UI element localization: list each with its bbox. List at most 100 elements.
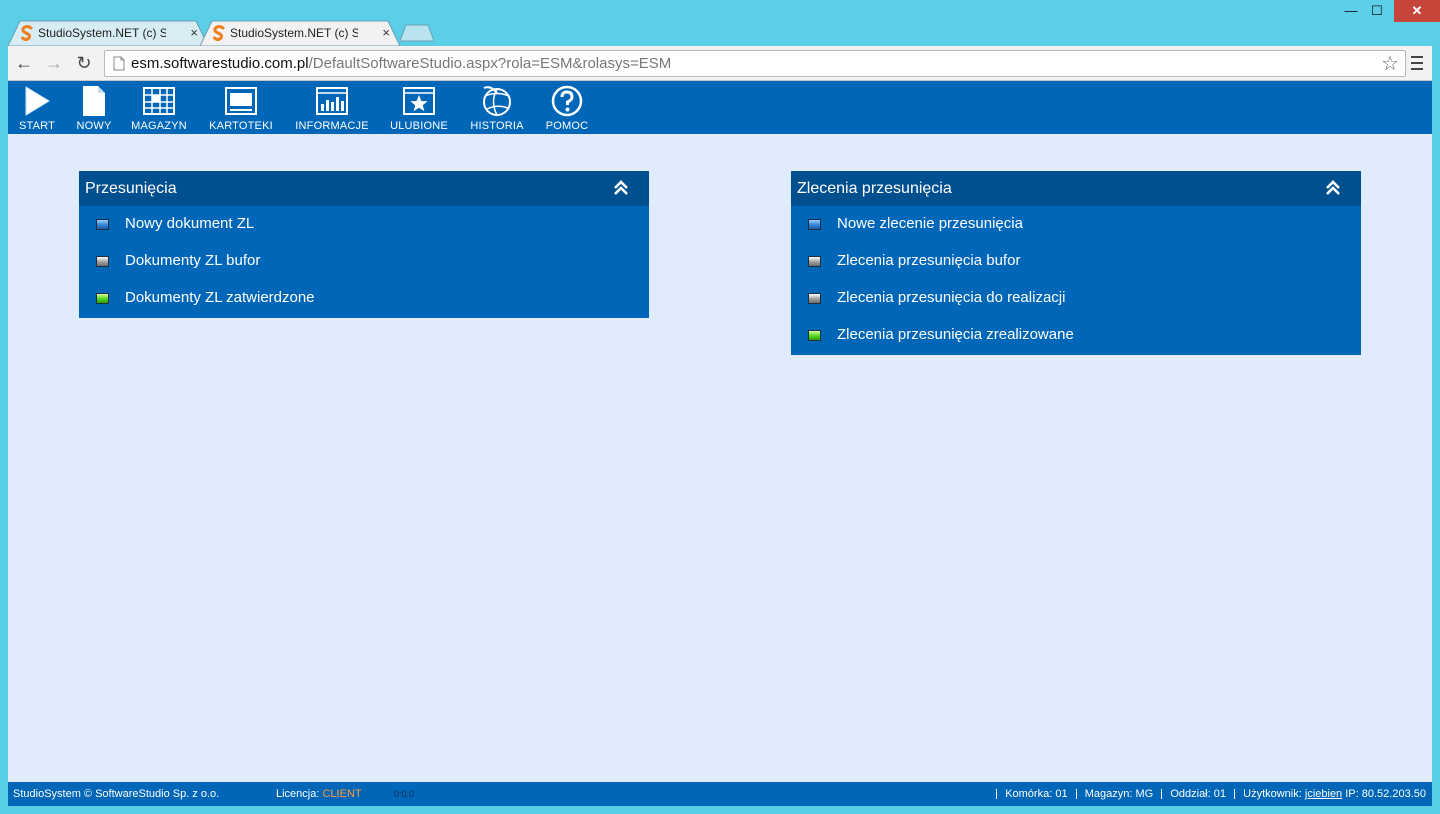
information-button[interactable]: INFORMACJE xyxy=(294,85,370,132)
browser-tab-2[interactable]: StudioSystem.NET (c) Soft × xyxy=(200,20,400,46)
menu-item-zlecenia-bufor[interactable]: Zlecenia przesunięcia bufor xyxy=(791,243,1361,280)
back-arrow-icon[interactable]: ← xyxy=(12,52,36,74)
license-label: Licencja: xyxy=(276,788,320,800)
app-viewport: START NOWY MAGAZYN KARTOTEKI INFORMACJE … xyxy=(8,81,1432,806)
komorka-label: Komórka: xyxy=(1005,788,1053,800)
separator xyxy=(1075,789,1077,800)
warehouse-label: MAGAZYN xyxy=(131,120,187,132)
history-label: HISTORIA xyxy=(470,120,524,132)
collapse-chevron-icon[interactable] xyxy=(1325,180,1341,196)
records-label: KARTOTEKI xyxy=(209,120,273,132)
menu-item-label: Nowy dokument ZL xyxy=(125,215,255,232)
panel-title: Przesunięcia xyxy=(85,180,177,197)
help-button[interactable]: POMOC xyxy=(542,85,592,132)
menu-item-label: Zlecenia przesunięcia do realizacji xyxy=(837,289,1066,306)
komorka-value: 01 xyxy=(1055,788,1068,800)
reload-icon[interactable]: ↻ xyxy=(72,52,96,74)
page-icon xyxy=(113,56,125,71)
menu-item-label: Dokumenty ZL bufor xyxy=(125,252,261,269)
menu-item-nowy-dokument-zl[interactable]: Nowy dokument ZL xyxy=(79,206,649,243)
copyright-text: StudioSystem © SoftwareStudio Sp. z o.o. xyxy=(13,788,220,800)
panel-header[interactable]: Zlecenia przesunięcia xyxy=(791,171,1361,206)
panel-zlecenia-przesuniecia: Zlecenia przesunięcia Nowe zlecenie prze… xyxy=(791,171,1361,355)
blue-bullet-icon xyxy=(96,219,109,230)
window-close-button[interactable]: ✕ xyxy=(1394,0,1440,22)
magazyn-label: Magazyn: xyxy=(1084,788,1133,800)
menu-item-nowe-zlecenie[interactable]: Nowe zlecenie przesunięcia xyxy=(791,206,1361,243)
browser-toolbar: ← → ↻ esm.softwarestudio.com.pl/DefaultS… xyxy=(8,46,1432,81)
menu-item-label: Zlecenia przesunięcia zrealizowane xyxy=(837,326,1074,343)
history-globe-icon xyxy=(483,86,511,116)
new-document-icon xyxy=(83,86,105,116)
ip-value: 80.52.203.50 xyxy=(1361,788,1426,800)
menu-item-label: Nowe zlecenie przesunięcia xyxy=(837,215,1023,232)
version-text: 0:0.0 xyxy=(394,789,415,799)
separator xyxy=(1234,789,1236,800)
chart-window-icon xyxy=(316,87,348,115)
license-info: Licencja: CLIENT xyxy=(276,782,362,806)
bookmark-star-icon[interactable]: ☆ xyxy=(1381,52,1399,76)
forward-arrow-icon[interactable]: → xyxy=(42,52,66,74)
history-button[interactable]: HISTORIA xyxy=(464,85,530,132)
play-icon xyxy=(25,86,50,116)
records-button[interactable]: KARTOTEKI xyxy=(206,85,276,132)
license-value: CLIENT xyxy=(322,788,362,800)
menu-item-label: Dokumenty ZL zatwierdzone xyxy=(125,289,315,306)
tab-title: StudioSystem.NET (c) Soft xyxy=(38,26,166,40)
records-window-icon xyxy=(225,87,257,115)
browser-tab-1[interactable]: StudioSystem.NET (c) Soft × xyxy=(8,20,208,46)
warehouse-button[interactable]: MAGAZYN xyxy=(130,85,188,132)
user-link[interactable]: jciebien xyxy=(1305,788,1342,800)
address-bar[interactable]: esm.softwarestudio.com.pl/DefaultSoftwar… xyxy=(104,50,1406,77)
studiosystem-favicon-icon xyxy=(213,25,225,41)
app-toolbar: START NOWY MAGAZYN KARTOTEKI INFORMACJE … xyxy=(8,81,1432,134)
user-label: Użytkownik: xyxy=(1243,788,1302,800)
help-icon xyxy=(551,85,583,117)
star-icon xyxy=(403,87,435,115)
url-host: esm.softwarestudio.com.pl xyxy=(131,55,309,72)
url-path: /DefaultSoftwareStudio.aspx?rola=ESM&rol… xyxy=(308,55,672,72)
panel-header[interactable]: Przesunięcia xyxy=(79,171,649,206)
browser-menu-icon[interactable] xyxy=(1408,52,1426,74)
help-label: POMOC xyxy=(545,120,589,132)
menu-item-dokumenty-zl-zatwierdzone[interactable]: Dokumenty ZL zatwierdzone xyxy=(79,280,649,317)
favorites-button[interactable]: ULUBIONE xyxy=(386,85,452,132)
ip-label: IP: xyxy=(1345,788,1359,800)
grey-bullet-icon xyxy=(808,293,821,304)
menu-item-dokumenty-zl-bufor[interactable]: Dokumenty ZL bufor xyxy=(79,243,649,280)
studiosystem-favicon-icon xyxy=(21,25,33,41)
blue-bullet-icon xyxy=(808,219,821,230)
start-label: START xyxy=(18,120,56,132)
session-info: Komórka: 01 Magazyn: MG Oddział: 01 Użyt… xyxy=(991,782,1426,806)
oddzial-label: Oddział: xyxy=(1170,788,1211,800)
tab-title: StudioSystem.NET (c) Soft xyxy=(230,26,358,40)
green-bullet-icon xyxy=(96,293,109,304)
panel-przesuniecia: Przesunięcia Nowy dokument ZL Dokumenty … xyxy=(79,171,649,318)
window-maximize-button[interactable]: ☐ xyxy=(1364,0,1390,22)
grey-bullet-icon xyxy=(96,256,109,267)
window-minimize-button[interactable]: — xyxy=(1338,0,1364,22)
green-bullet-icon xyxy=(808,330,821,341)
warehouse-grid-icon xyxy=(143,87,175,115)
browser-titlebar: StudioSystem.NET (c) Soft × StudioSystem… xyxy=(0,0,1440,46)
favorites-label: ULUBIONE xyxy=(390,120,448,132)
information-label: INFORMACJE xyxy=(295,120,369,132)
panel-title: Zlecenia przesunięcia xyxy=(797,180,952,197)
collapse-chevron-icon[interactable] xyxy=(613,180,629,196)
new-tab-button[interactable] xyxy=(400,24,434,42)
start-button[interactable]: START xyxy=(18,85,56,132)
magazyn-value: MG xyxy=(1135,788,1154,800)
new-label: NOWY xyxy=(76,120,112,132)
tab-close-icon[interactable]: × xyxy=(382,20,390,46)
menu-item-label: Zlecenia przesunięcia bufor xyxy=(837,252,1021,269)
grey-bullet-icon xyxy=(808,256,821,267)
menu-item-zlecenia-zrealizowane[interactable]: Zlecenia przesunięcia zrealizowane xyxy=(791,317,1361,354)
menu-item-zlecenia-do-realizacji[interactable]: Zlecenia przesunięcia do realizacji xyxy=(791,280,1361,317)
separator xyxy=(996,789,998,800)
status-bar: StudioSystem © SoftwareStudio Sp. z o.o.… xyxy=(8,782,1432,806)
url-text[interactable]: esm.softwarestudio.com.pl/DefaultSoftwar… xyxy=(131,51,671,76)
new-button[interactable]: NOWY xyxy=(74,85,114,132)
separator xyxy=(1161,789,1163,800)
oddzial-value: 01 xyxy=(1213,788,1226,800)
tab-close-icon[interactable]: × xyxy=(190,20,198,46)
